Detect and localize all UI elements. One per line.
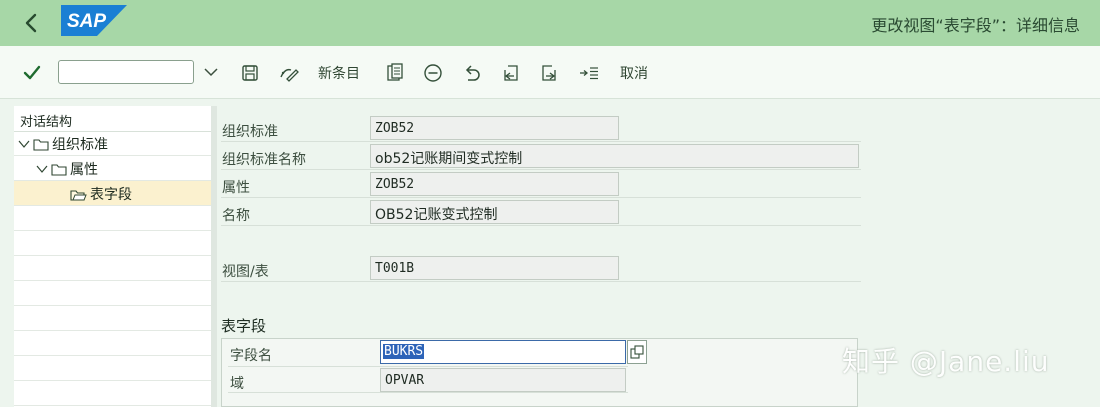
copy-icon <box>387 63 403 81</box>
field-name-label: 字段名 <box>230 348 272 364</box>
folder-open-icon <box>70 190 87 201</box>
display-change-icon <box>280 68 299 82</box>
domain-label: 域 <box>230 376 244 392</box>
tree-row-empty <box>14 331 211 356</box>
save-button[interactable] <box>239 62 261 84</box>
undo-button[interactable] <box>461 62 483 84</box>
chevron-down-icon <box>18 140 30 148</box>
tree-row-empty <box>14 206 211 231</box>
undo-icon <box>465 65 480 81</box>
field-name-input[interactable]: BUKRS <box>380 340 626 364</box>
attribute-field: ZOB52 <box>370 172 619 196</box>
cancel-button[interactable]: 取消 <box>620 63 648 83</box>
view-table-field: T001B <box>370 256 619 280</box>
select-button[interactable] <box>578 62 600 84</box>
org-standard-field: ZOB52 <box>370 116 619 140</box>
row-divider <box>221 141 861 142</box>
attribute-label: 属性 <box>222 180 250 196</box>
tree-row-empty <box>14 231 211 256</box>
org-standard-name-value: ob52记账期间变式控制 <box>375 151 523 167</box>
org-standard-name-label: 组织标准名称 <box>222 152 306 168</box>
chevron-left-icon <box>25 13 37 33</box>
org-standard-value: ZOB52 <box>375 121 415 136</box>
tree-node-label: 组织标准 <box>52 137 108 153</box>
panel-splitter[interactable] <box>211 106 217 407</box>
attribute-value: ZOB52 <box>375 177 415 192</box>
view-table-value: T001B <box>375 261 415 276</box>
row-divider <box>228 366 628 367</box>
command-history-dropdown[interactable] <box>200 61 222 83</box>
page-title: 更改视图“表字段”：详细信息 <box>871 16 1080 35</box>
tree-row-selected[interactable]: 表字段 <box>14 181 211 206</box>
folder-icon <box>51 164 67 176</box>
previous-entry-icon <box>504 65 518 81</box>
tree-row[interactable]: 组织标准 <box>14 131 211 156</box>
row-divider <box>221 169 861 170</box>
sap-logo: SAP <box>61 5 127 36</box>
tree-node-org-standard[interactable]: 组织标准 <box>18 134 108 154</box>
row-divider <box>221 225 861 226</box>
next-entry-icon <box>542 65 556 81</box>
name-field: OB52记账变式控制 <box>370 200 619 224</box>
tree-header: 对话结构 <box>14 106 211 132</box>
tree-row-empty <box>14 256 211 281</box>
value-help-button[interactable] <box>627 340 647 364</box>
chevron-down-icon <box>204 68 218 77</box>
domain-value: OPVAR <box>385 373 425 388</box>
select-icon <box>580 67 598 80</box>
next-entry-button[interactable] <box>538 62 560 84</box>
delete-icon <box>424 64 442 82</box>
tree-header-label: 对话结构 <box>20 115 73 130</box>
tree-node-attribute[interactable]: 属性 <box>36 159 98 179</box>
tree-row-empty <box>14 381 211 406</box>
copy-button[interactable] <box>384 62 406 84</box>
tree-node-table-fields[interactable]: 表字段 <box>70 184 132 204</box>
tree-node-label: 属性 <box>70 162 98 178</box>
name-label: 名称 <box>222 208 250 224</box>
folder-icon <box>33 139 49 151</box>
command-input[interactable] <box>63 62 177 84</box>
row-divider <box>228 392 628 393</box>
new-entries-button[interactable]: 新条目 <box>318 63 360 83</box>
value-help-icon <box>630 345 644 359</box>
section-title-table-fields: 表字段 <box>221 317 267 335</box>
enter-button[interactable] <box>21 62 43 84</box>
org-standard-name-field: ob52记账期间变式控制 <box>370 144 859 168</box>
command-field[interactable] <box>58 60 194 84</box>
save-icon <box>242 65 258 81</box>
field-name-value: BUKRS <box>383 344 425 359</box>
back-button[interactable] <box>18 9 46 37</box>
domain-field: OPVAR <box>380 368 626 392</box>
tree-row-empty <box>14 306 211 331</box>
tree-node-label: 表字段 <box>90 187 132 203</box>
previous-entry-button[interactable] <box>500 62 522 84</box>
tree-row[interactable]: 属性 <box>14 156 211 181</box>
name-value: OB52记账变式控制 <box>375 207 498 223</box>
chevron-down-icon <box>36 165 48 173</box>
view-table-label: 视图/表 <box>222 264 269 280</box>
row-divider <box>221 197 861 198</box>
row-divider <box>221 281 861 282</box>
tree-row-empty <box>14 281 211 306</box>
svg-text:SAP: SAP <box>67 11 106 32</box>
org-standard-label: 组织标准 <box>222 124 278 140</box>
display-change-button[interactable] <box>278 62 300 84</box>
delete-button[interactable] <box>422 62 444 84</box>
tree-row-empty <box>14 356 211 381</box>
watermark: 知乎 @Jane.liu <box>842 345 1050 378</box>
check-icon <box>23 65 41 80</box>
